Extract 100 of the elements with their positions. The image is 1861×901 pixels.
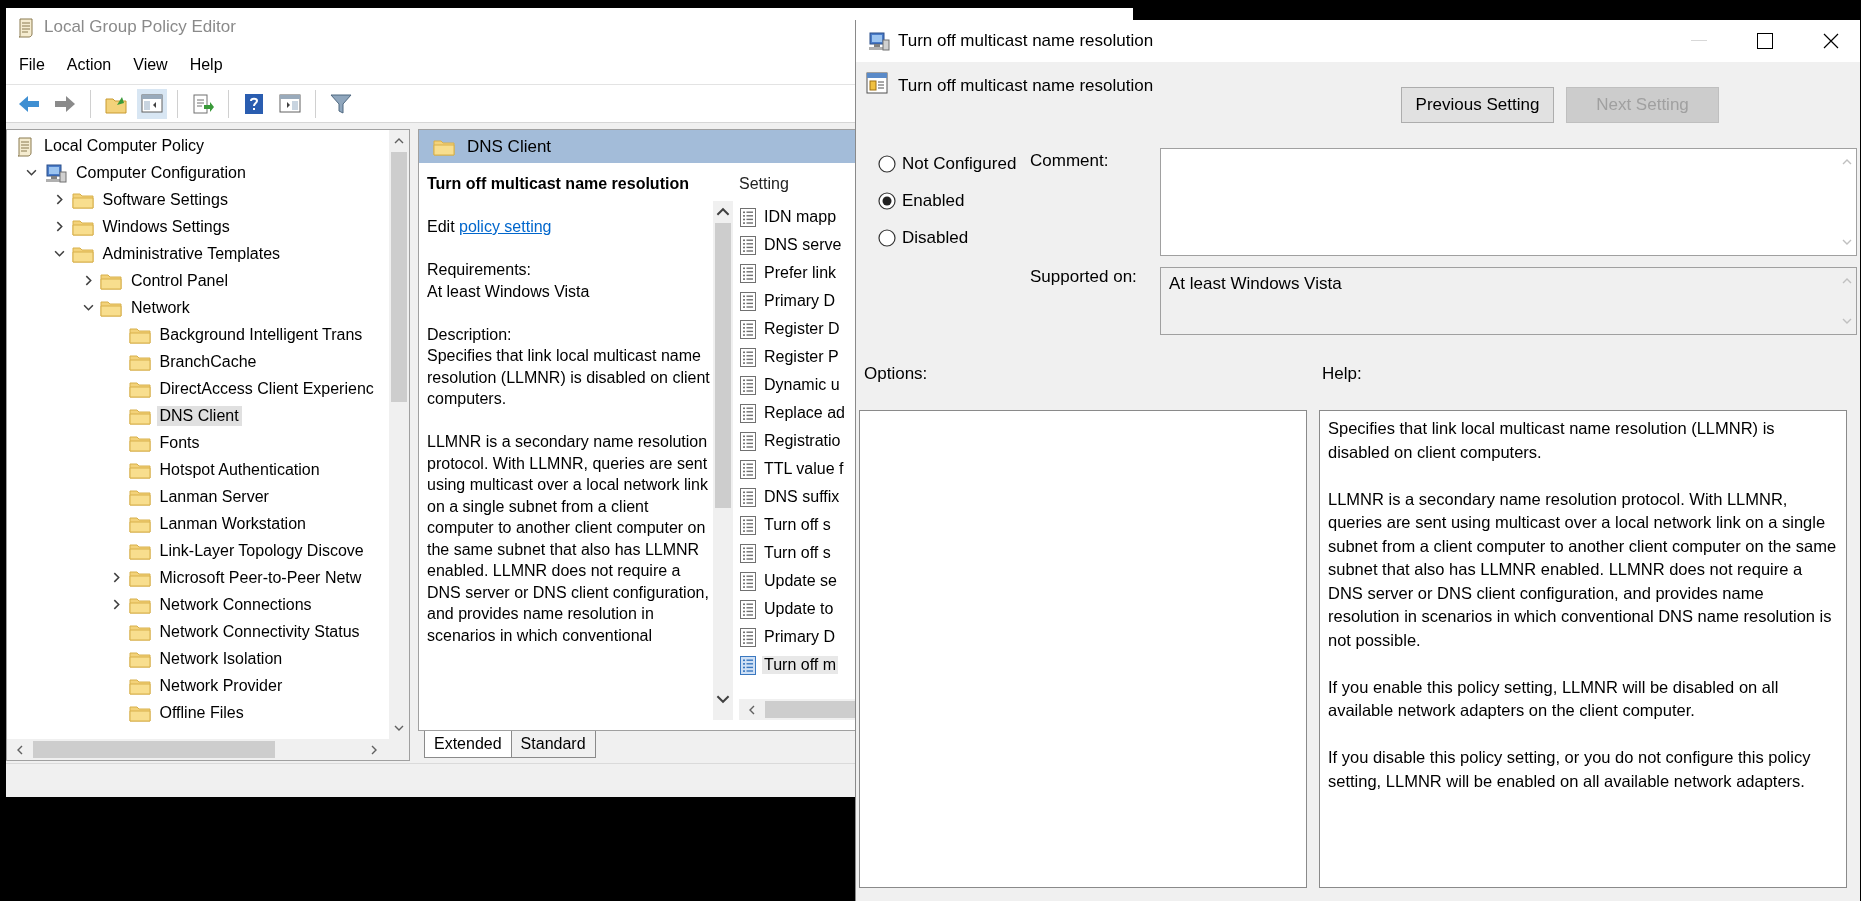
setting-item[interactable]: TTL value f xyxy=(762,460,846,478)
minimize-icon xyxy=(1691,40,1707,42)
tree-item[interactable]: Network xyxy=(128,297,193,318)
tree-item[interactable]: Network Connections xyxy=(156,594,315,615)
scroll-left-icon[interactable] xyxy=(747,704,757,715)
menu-item[interactable]: File xyxy=(10,52,54,78)
description-text: Specifies that link local multicast name resolution (LLMNR) is disabled on client computers. xyxy=(427,346,711,409)
setting-item[interactable]: Register P xyxy=(762,348,841,366)
help-text: Specifies that link local multicast name resolution (LLMNR) is disabled on client computers. xyxy=(1328,418,1776,463)
scroll-down-icon[interactable] xyxy=(394,723,404,733)
tree-item[interactable]: Hotspot Authentication xyxy=(156,459,323,480)
folder-icon xyxy=(100,298,122,317)
tree-item[interactable]: Lanman Workstation xyxy=(156,513,309,534)
expander-icon[interactable] xyxy=(25,167,37,178)
list-document-icon xyxy=(739,654,757,676)
view-tab[interactable]: Standard xyxy=(510,731,596,758)
details-title: DNS Client xyxy=(467,136,552,157)
scroll-up-icon[interactable] xyxy=(394,136,404,146)
setting-item[interactable]: Update se xyxy=(762,572,839,590)
policy-name: Turn off multicast name resolution xyxy=(898,75,1154,96)
tree-item[interactable]: DirectAccess Client Experienc xyxy=(156,378,377,399)
folder-icon xyxy=(128,568,151,587)
folder-icon xyxy=(128,487,151,506)
folder-icon xyxy=(128,460,151,479)
field-label: Supported on: xyxy=(1030,267,1137,286)
setting-item[interactable]: Turn off s xyxy=(762,544,833,562)
tree-item[interactable]: Windows Settings xyxy=(99,216,233,237)
help-text: If you enable this policy setting, LLMNR will be disabled on all available network adapters on the client computer. xyxy=(1328,676,1780,721)
tree-item[interactable]: DNS Client xyxy=(156,405,242,426)
scrollbar[interactable] xyxy=(389,130,409,739)
policy-setting-link[interactable]: policy setting xyxy=(459,218,552,235)
tree-item[interactable]: Network Provider xyxy=(156,675,286,696)
menu-item[interactable]: View xyxy=(124,52,177,78)
radio-label: Not Configured xyxy=(902,154,1017,174)
tree-item[interactable]: Link-Layer Topology Discove xyxy=(156,540,367,561)
scrollbar[interactable] xyxy=(713,201,733,720)
help-text: If you disable this policy setting, or you do not configure this policy setting, LLMNR will be enabled on all available network adapters. xyxy=(1328,747,1812,792)
setting-item[interactable]: Turn off m xyxy=(762,656,839,674)
scrollbar[interactable] xyxy=(7,739,409,760)
scroll-right-icon[interactable] xyxy=(369,744,379,755)
radio-button[interactable] xyxy=(878,192,896,210)
expander-icon[interactable] xyxy=(54,248,65,259)
pane-toggle-icon[interactable] xyxy=(141,93,163,114)
tree-item[interactable]: Offline Files xyxy=(156,702,247,723)
menu-item[interactable]: Action xyxy=(57,52,121,78)
menu-item[interactable]: Help xyxy=(180,52,232,78)
tree-item[interactable]: Fonts xyxy=(156,432,203,453)
folder-icon xyxy=(128,676,151,695)
folder-icon xyxy=(128,595,151,614)
setting-item[interactable]: Update to xyxy=(762,600,836,618)
setting-item[interactable]: DNS serve xyxy=(762,236,844,254)
setting-item[interactable]: Primary D xyxy=(762,292,838,310)
setting-item[interactable]: DNS suffix xyxy=(762,488,842,506)
setting-item[interactable]: Primary D xyxy=(762,628,838,646)
forward-arrow-icon[interactable] xyxy=(54,93,76,114)
expander-icon[interactable] xyxy=(54,221,65,232)
dialog-title: Turn off multicast name resolution xyxy=(898,31,1155,51)
setting-item[interactable]: Registratio xyxy=(762,432,843,450)
back-arrow-icon[interactable] xyxy=(18,93,40,114)
list-document-icon xyxy=(739,598,757,620)
field-label: Comment: xyxy=(1030,151,1109,170)
tree-item[interactable]: Software Settings xyxy=(99,189,231,210)
scroll-left-icon[interactable] xyxy=(15,744,25,755)
radio-button[interactable] xyxy=(878,155,896,173)
expander-icon[interactable] xyxy=(82,302,94,313)
folder-icon xyxy=(71,244,94,263)
tree-item[interactable]: Administrative Templates xyxy=(99,243,284,264)
setting-item[interactable]: IDN mapp xyxy=(762,208,839,226)
setting-item[interactable]: Register D xyxy=(762,320,842,338)
setting-item[interactable]: Dynamic u xyxy=(762,376,842,394)
export-list-icon[interactable] xyxy=(192,93,214,114)
tree-item[interactable]: Control Panel xyxy=(128,270,231,291)
window-title: Local Group Policy Editor xyxy=(44,17,236,37)
radio-button[interactable] xyxy=(878,229,896,247)
tree-item[interactable]: BranchCache xyxy=(156,351,260,372)
tree-item[interactable]: Computer Configuration xyxy=(73,162,249,183)
setting-item[interactable]: Prefer link xyxy=(762,264,839,282)
folder-icon xyxy=(71,217,94,236)
radio-label: Disabled xyxy=(902,228,969,248)
folder-icon xyxy=(128,379,151,398)
tree-item[interactable]: Network Isolation xyxy=(156,648,286,669)
view-tab[interactable]: Extended xyxy=(424,731,512,758)
tree-item[interactable]: Lanman Server xyxy=(156,486,272,507)
help-icon[interactable] xyxy=(244,92,264,115)
tree-item[interactable]: Background Intelligent Trans xyxy=(156,324,366,345)
tree-item[interactable]: Local Computer Policy xyxy=(41,135,208,156)
action-pane-icon[interactable] xyxy=(279,93,301,114)
list-document-icon xyxy=(739,458,757,480)
setting-item[interactable]: Turn off s xyxy=(762,516,833,534)
setting-item[interactable]: Replace ad xyxy=(762,404,847,422)
folder-icon xyxy=(128,514,151,533)
filter-icon[interactable] xyxy=(330,93,352,114)
expander-icon[interactable] xyxy=(54,194,65,205)
expander-icon[interactable] xyxy=(111,572,122,583)
tree-item[interactable]: Network Connectivity Status xyxy=(156,621,363,642)
folder-icon xyxy=(128,406,151,425)
nav-button[interactable]: Previous Setting xyxy=(1401,87,1554,123)
expander-icon[interactable] xyxy=(111,599,122,610)
column-header[interactable]: Setting xyxy=(739,175,789,197)
tree-item[interactable]: Microsoft Peer-to-Peer Netw xyxy=(156,567,365,588)
